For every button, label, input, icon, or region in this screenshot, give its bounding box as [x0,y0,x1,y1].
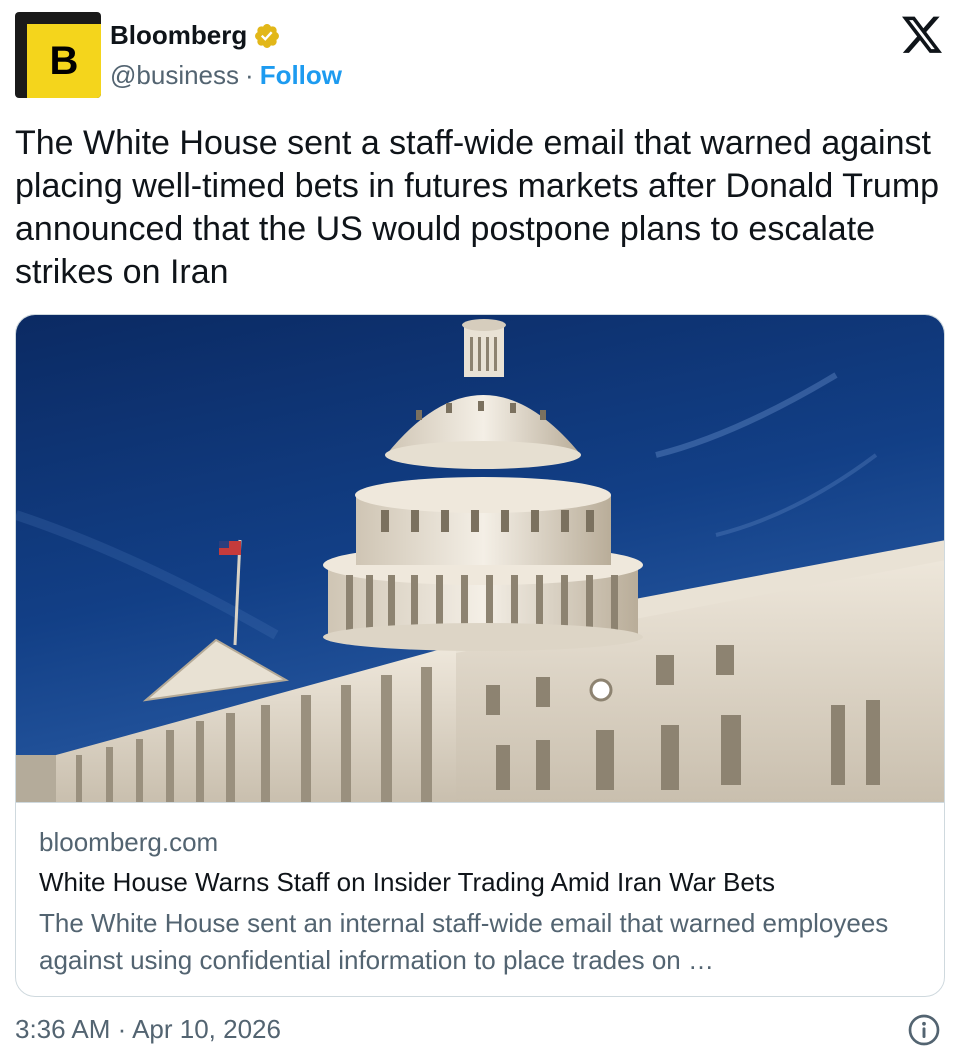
author-name-row: Bloomberg [110,20,281,51]
verified-badge-icon [255,23,280,48]
card-title: White House Warns Staff on Insider Tradi… [39,867,776,897]
tweet-text: The White House sent a staff-wide email … [15,124,940,291]
card-body[interactable]: bloomberg.com White House Warns Staff on… [16,802,944,996]
link-preview-card[interactable]: bloomberg.com White House Warns Staff on… [15,314,945,997]
avatar[interactable]: B [15,12,101,98]
separator-dot: · [245,60,254,90]
avatar-logo: B [27,24,101,98]
author-name[interactable]: Bloomberg [110,20,247,51]
author-handle[interactable]: @business [110,60,239,91]
x-logo-icon[interactable] [902,16,942,54]
avatar-letter: B [49,38,79,83]
card-domain: bloomberg.com [39,827,219,857]
info-icon[interactable] [908,1014,940,1046]
handle-row: @business · Follow [110,60,342,91]
tweet-header: B Bloomberg @business · Follow [15,12,955,98]
card-description: The White House sent an internal staff-w… [39,908,889,975]
card-image[interactable] [16,315,945,802]
tweet-footer: 3:36 AM · Apr 10, 2026 [15,1012,955,1048]
follow-button[interactable]: Follow [260,60,342,91]
timestamp[interactable]: 3:36 AM · Apr 10, 2026 [15,1014,281,1045]
